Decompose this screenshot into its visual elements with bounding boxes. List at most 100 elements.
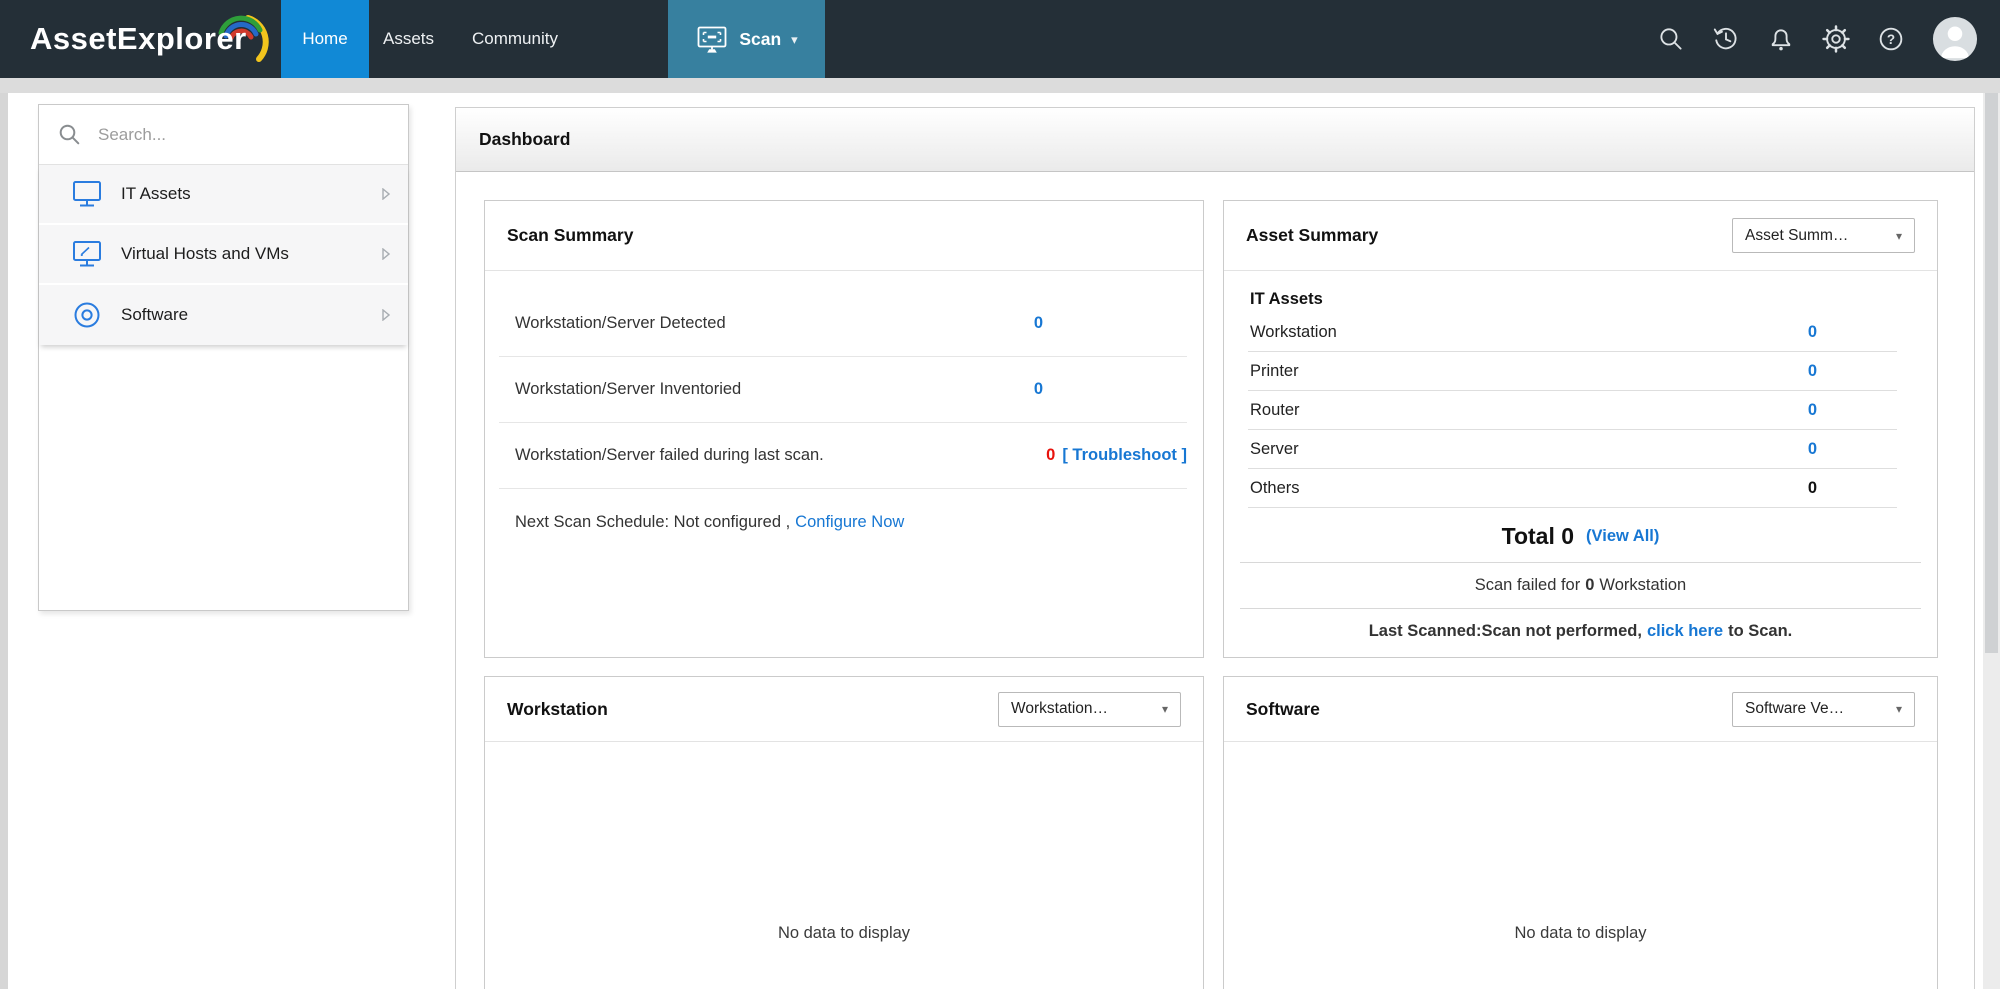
- asset-summary-card: Asset Summary Asset Summ… ▾ IT Assets Wo…: [1223, 200, 1938, 658]
- asset-row-workstation: Workstation 0: [1248, 313, 1897, 352]
- sidebar-item-label: IT Assets: [121, 184, 191, 204]
- click-here-link[interactable]: click here: [1647, 622, 1723, 641]
- failed-count: 0: [1046, 446, 1055, 465]
- router-count-link[interactable]: 0: [1808, 401, 1817, 420]
- navbar-icon-group: ?: [1657, 0, 1978, 78]
- asset-row-server: Server 0: [1248, 430, 1897, 469]
- page-left-edge: [0, 93, 8, 989]
- tab-home-label: Home: [302, 29, 347, 49]
- total-count: Total 0: [1502, 523, 1574, 550]
- workstation-dropdown[interactable]: Workstation… ▾: [998, 692, 1181, 727]
- software-header: Software Software Ve… ▾: [1224, 677, 1937, 742]
- user-avatar[interactable]: [1932, 16, 1978, 62]
- chevron-right-icon: [382, 248, 390, 260]
- scan-summary-row-failed: Workstation/Server failed during last sc…: [499, 423, 1187, 489]
- page-header: Dashboard: [456, 108, 1974, 172]
- schedule-text: Next Scan Schedule: Not configured ,: [515, 513, 790, 532]
- row-label: Printer: [1250, 362, 1299, 381]
- app-logo[interactable]: AssetExplorer: [30, 0, 247, 78]
- scan-failed-text: Workstation: [1599, 576, 1686, 595]
- scan-button[interactable]: Scan ▾: [668, 0, 825, 78]
- row-label: Router: [1250, 401, 1300, 420]
- detected-count-link[interactable]: 0: [1034, 314, 1043, 333]
- others-count: 0: [1808, 479, 1817, 498]
- software-title: Software: [1246, 699, 1320, 720]
- workstation-card: Workstation Workstation… ▾ No data to di…: [484, 676, 1204, 989]
- dropdown-caret-icon: ▾: [1162, 702, 1168, 716]
- last-scanned-text: to Scan.: [1728, 622, 1792, 641]
- virtual-machine-icon: [69, 239, 107, 269]
- scan-summary-title: Scan Summary: [507, 225, 633, 246]
- chevron-right-icon: [382, 188, 390, 200]
- sidebar-item-virtual-hosts[interactable]: Virtual Hosts and VMs: [39, 225, 408, 285]
- disc-icon: [69, 300, 107, 330]
- configure-now-link[interactable]: Configure Now: [795, 513, 904, 532]
- history-icon[interactable]: [1712, 25, 1740, 53]
- top-navbar: AssetExplorer Home Assets Community Scan…: [0, 0, 2000, 78]
- dropdown-value: Software Ve…: [1745, 700, 1844, 718]
- page-title: Dashboard: [479, 129, 570, 150]
- search-icon[interactable]: [1657, 25, 1685, 53]
- sidebar-item-label: Virtual Hosts and VMs: [121, 244, 289, 264]
- row-label: Server: [1250, 440, 1299, 459]
- software-empty-state: No data to display: [1224, 924, 1937, 943]
- settings-gear-icon[interactable]: [1822, 25, 1850, 53]
- row-label: Workstation/Server Detected: [515, 314, 726, 333]
- notifications-bell-icon[interactable]: [1767, 25, 1795, 53]
- asset-row-others: Others 0: [1248, 469, 1897, 508]
- svg-text:?: ?: [1887, 32, 1895, 47]
- row-label: Workstation: [1250, 323, 1337, 342]
- sidebar-item-label: Software: [121, 305, 188, 325]
- scan-failed-row: Scan failed for 0 Workstation: [1224, 563, 1937, 608]
- row-label: Workstation/Server failed during last sc…: [515, 446, 824, 465]
- tab-community[interactable]: Community: [458, 0, 572, 78]
- dropdown-value: Asset Summ…: [1745, 227, 1848, 245]
- brand-name: AssetExplorer: [30, 21, 247, 57]
- printer-count-link[interactable]: 0: [1808, 362, 1817, 381]
- asset-row-printer: Printer 0: [1248, 352, 1897, 391]
- dropdown-caret-icon: ▾: [1896, 229, 1902, 243]
- workstation-title: Workstation: [507, 699, 608, 720]
- scan-button-label: Scan: [739, 29, 781, 50]
- chevron-right-icon: [382, 309, 390, 321]
- page-scrollbar[interactable]: [1983, 93, 2000, 989]
- sidebar-item-it-assets[interactable]: IT Assets: [39, 165, 408, 225]
- workstation-count-link[interactable]: 0: [1808, 323, 1817, 342]
- last-scanned-text: Last Scanned:Scan not performed,: [1369, 622, 1642, 641]
- help-icon[interactable]: ?: [1877, 25, 1905, 53]
- monitor-icon: [69, 179, 107, 209]
- scrollbar-thumb[interactable]: [1985, 93, 1998, 653]
- inventoried-count-link[interactable]: 0: [1034, 380, 1043, 399]
- row-label: Others: [1250, 479, 1300, 498]
- tab-community-label: Community: [472, 29, 558, 49]
- scan-summary-rows: Workstation/Server Detected 0 Workstatio…: [485, 271, 1203, 555]
- dropdown-caret-icon: ▾: [1896, 702, 1902, 716]
- scan-monitor-icon: [695, 24, 729, 55]
- sidebar-search-icon: [57, 122, 83, 148]
- dropdown-value: Workstation…: [1011, 700, 1108, 718]
- tab-assets[interactable]: Assets: [369, 0, 448, 78]
- row-label: Workstation/Server Inventoried: [515, 380, 741, 399]
- main-panel: Dashboard Scan Summary Workstation/Serve…: [455, 107, 1975, 989]
- tab-home[interactable]: Home: [281, 0, 369, 78]
- troubleshoot-link[interactable]: [ Troubleshoot ]: [1062, 446, 1187, 465]
- sidebar-menu: IT Assets Virtual Hosts and VMs: [39, 165, 408, 345]
- scan-summary-row-inventoried: Workstation/Server Inventoried 0: [499, 357, 1187, 423]
- view-all-link[interactable]: (View All): [1586, 527, 1659, 546]
- asset-total-row: Total 0 (View All): [1224, 514, 1937, 558]
- scan-caret-icon: ▾: [791, 32, 798, 48]
- scan-failed-count: 0: [1585, 576, 1594, 595]
- workstation-empty-state: No data to display: [485, 924, 1203, 943]
- last-scanned-row: Last Scanned:Scan not performed, click h…: [1224, 609, 1937, 654]
- scan-summary-row-detected: Workstation/Server Detected 0: [499, 291, 1187, 357]
- sidebar-search: [39, 105, 408, 165]
- scan-failed-text: Scan failed for: [1475, 576, 1580, 595]
- sidebar-item-software[interactable]: Software: [39, 285, 408, 345]
- asset-summary-dropdown[interactable]: Asset Summ… ▾: [1732, 218, 1915, 253]
- sidebar-search-input[interactable]: [98, 125, 348, 145]
- asset-group-heading: IT Assets: [1248, 285, 1913, 313]
- workstation-header: Workstation Workstation… ▾: [485, 677, 1203, 742]
- software-dropdown[interactable]: Software Ve… ▾: [1732, 692, 1915, 727]
- server-count-link[interactable]: 0: [1808, 440, 1817, 459]
- asset-summary-header: Asset Summary Asset Summ… ▾: [1224, 201, 1937, 271]
